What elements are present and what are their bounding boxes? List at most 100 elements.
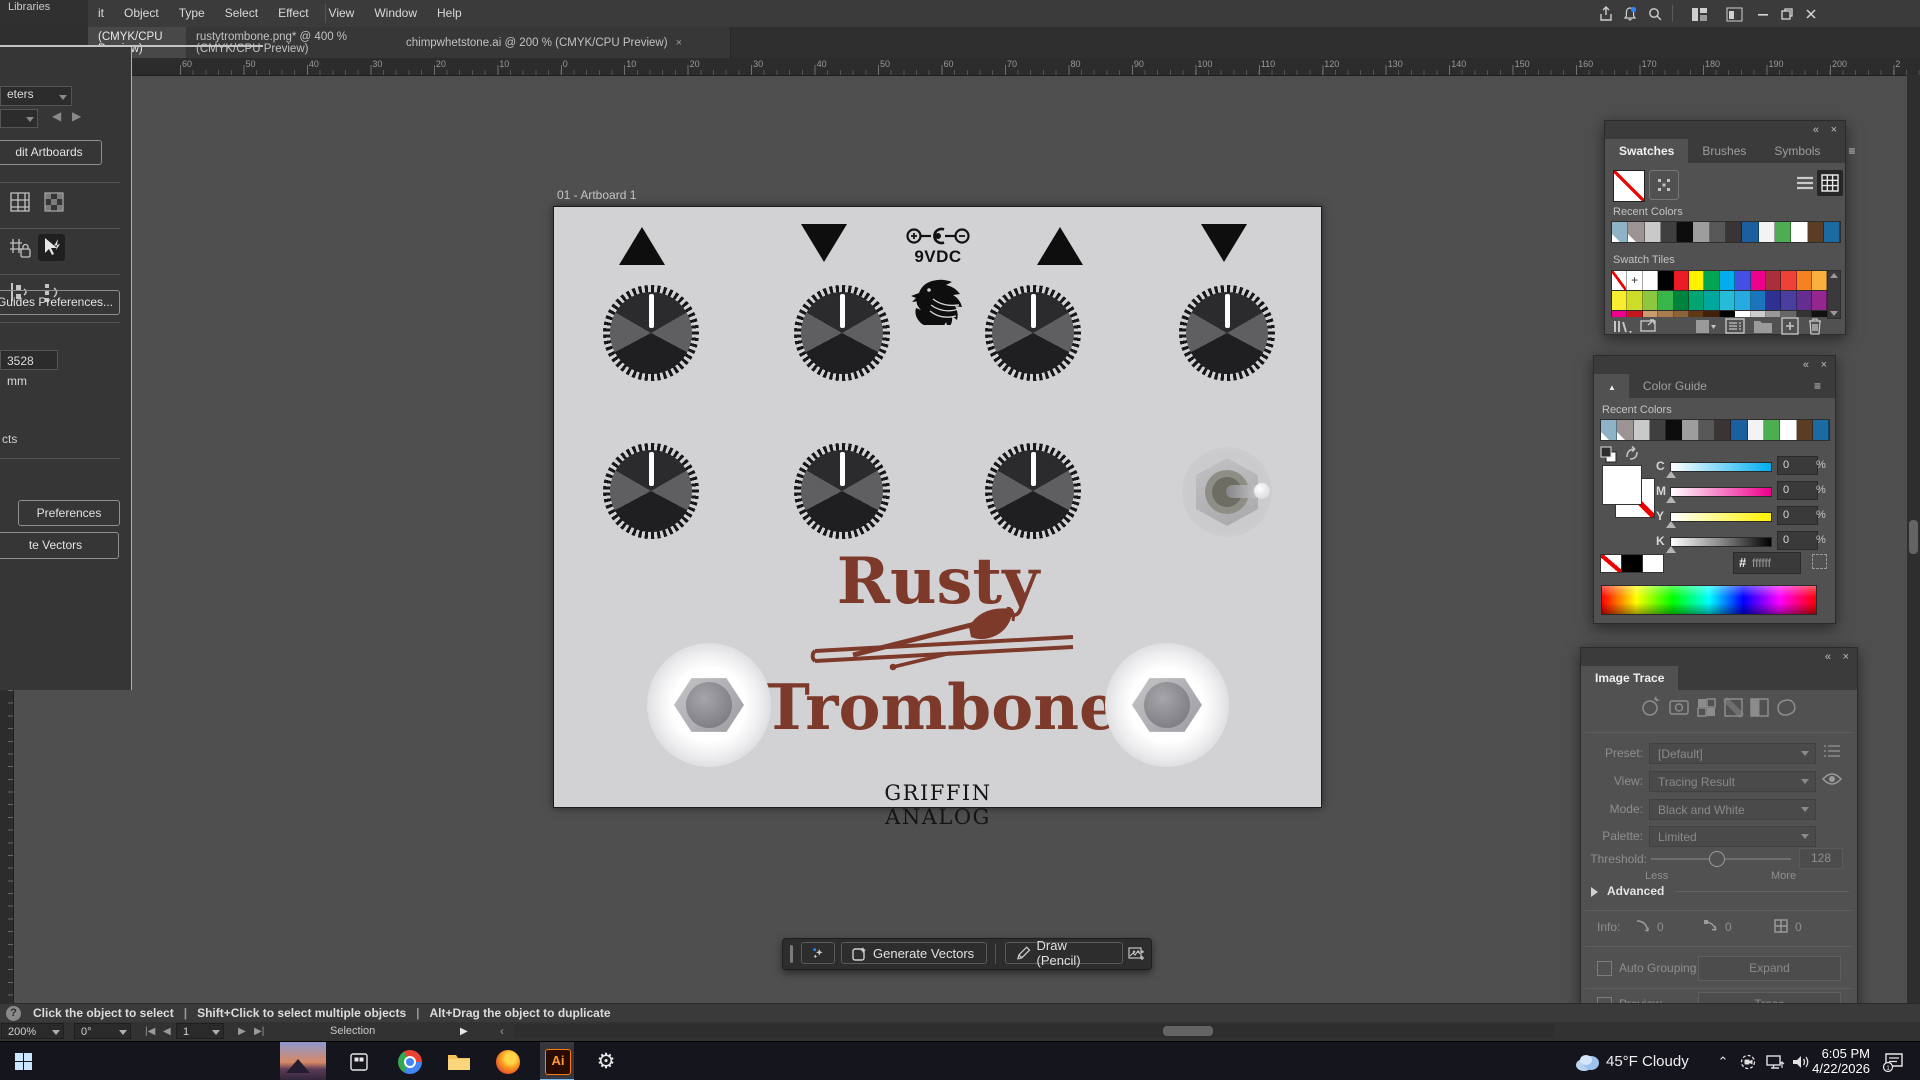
- swatch-tile[interactable]: [1812, 271, 1827, 290]
- swatch-tile[interactable]: [1704, 291, 1719, 310]
- recent-color-swatch[interactable]: [1634, 420, 1650, 440]
- recent-color-swatch[interactable]: [1677, 222, 1693, 242]
- menu-item-help[interactable]: Help: [427, 0, 472, 27]
- channel-value-y[interactable]: 0: [1777, 506, 1818, 525]
- swatch-libraries-icon[interactable]: [1613, 319, 1633, 335]
- knob-2[interactable]: [794, 285, 890, 381]
- recent-color-swatch[interactable]: [1612, 222, 1628, 242]
- vertical-scrollbar[interactable]: [1907, 75, 1920, 1025]
- knob-4[interactable]: [1179, 285, 1275, 381]
- swatch-tile[interactable]: [1704, 311, 1719, 317]
- tab-swatches[interactable]: Swatches: [1605, 139, 1688, 163]
- recent-color-swatch[interactable]: [1645, 222, 1661, 242]
- close-button[interactable]: [1800, 3, 1822, 25]
- restore-button[interactable]: [1776, 3, 1798, 25]
- swatch-tile[interactable]: [1674, 311, 1689, 317]
- recent-color-swatch[interactable]: [1780, 420, 1796, 440]
- preset-dropdown[interactable]: [0, 109, 38, 128]
- close-panel-icon[interactable]: ×: [1831, 123, 1837, 137]
- weather-text[interactable]: 45°F Cloudy: [1606, 1042, 1702, 1080]
- knob-3[interactable]: [985, 285, 1081, 381]
- swatch-tile[interactable]: [1627, 291, 1642, 310]
- close-panel-icon[interactable]: ×: [1821, 358, 1827, 372]
- menu-item-object[interactable]: Object: [114, 0, 169, 27]
- share-icon[interactable]: [1595, 3, 1617, 25]
- hscroll-left-arrow[interactable]: ‹: [500, 1022, 504, 1041]
- units-dropdown[interactable]: eters: [0, 86, 72, 106]
- recent-color-swatch[interactable]: [1628, 222, 1644, 242]
- horizontal-scrollbar-thumb[interactable]: [1163, 1026, 1213, 1036]
- hidden-icons-chevron[interactable]: ⌃: [1712, 1042, 1734, 1080]
- tab-image-trace[interactable]: Image Trace: [1581, 666, 1678, 690]
- recent-color-swatch[interactable]: [1666, 420, 1682, 440]
- knob-7[interactable]: [985, 443, 1081, 539]
- trace-field-dropdown-view[interactable]: Tracing Result: [1649, 771, 1816, 792]
- minimize-button[interactable]: [1752, 3, 1774, 25]
- artboard-number-dropdown[interactable]: 1: [176, 1023, 224, 1039]
- next-arrow-icon[interactable]: ▶: [72, 109, 81, 123]
- recent-color-swatch[interactable]: [1710, 222, 1726, 242]
- tab-brushes[interactable]: Brushes: [1688, 139, 1760, 163]
- swatch-tile[interactable]: [1797, 271, 1812, 290]
- network-icon[interactable]: [1762, 1042, 1788, 1080]
- edit-artboards-button[interactable]: dit Artboards: [0, 140, 102, 165]
- libraries-tab-label[interactable]: Libraries: [8, 1, 50, 13]
- prev-arrow-icon[interactable]: ◀: [52, 109, 61, 123]
- prev-artboard-icon[interactable]: ◀: [163, 1022, 171, 1041]
- guides-preferences-button[interactable]: Guides Preferences...: [0, 290, 120, 315]
- new-swatch-dashed-icon[interactable]: [1812, 554, 1827, 569]
- recent-color-swatch[interactable]: [1699, 420, 1715, 440]
- griffin-logo[interactable]: [909, 269, 967, 325]
- power-voltage-label[interactable]: 9VDC: [906, 247, 970, 267]
- start-button[interactable]: [8, 1042, 38, 1080]
- horizontal-scrollbar[interactable]: [514, 1024, 1554, 1038]
- pedal-triangle-down-1[interactable]: [801, 224, 847, 262]
- recent-color-swatch[interactable]: [1693, 222, 1709, 242]
- swatch-tile[interactable]: [1643, 271, 1658, 290]
- fill-proxy-white[interactable]: [1602, 465, 1642, 505]
- footswitch-left[interactable]: [647, 643, 771, 767]
- snap-to-grid-icon[interactable]: [8, 236, 32, 265]
- trace-field-dropdown-mode[interactable]: Black and White: [1649, 799, 1816, 820]
- swatch-tile[interactable]: [1658, 311, 1673, 317]
- trombone-illustration[interactable]: [801, 607, 1081, 677]
- recent-color-swatch[interactable]: [1775, 222, 1791, 242]
- brand-label[interactable]: GRIFFIN ANALOG: [838, 781, 1038, 829]
- preferences-button[interactable]: Preferences: [18, 500, 120, 526]
- slider-thumb[interactable]: [1666, 546, 1676, 553]
- preset-menu-icon[interactable]: [1823, 744, 1841, 758]
- generate-vectors-button[interactable]: Generate Vectors: [841, 942, 987, 964]
- black-swatch[interactable]: [1621, 554, 1643, 573]
- power-polarity-icon[interactable]: [906, 225, 970, 247]
- artboard-label[interactable]: 01 - Artboard 1: [557, 188, 636, 202]
- illustrator-taskbar-button[interactable]: Ai: [540, 1042, 574, 1080]
- toggle-switch[interactable]: [1182, 447, 1272, 537]
- recent-color-swatch[interactable]: [1791, 222, 1807, 242]
- swap-fill-stroke-icon[interactable]: [1624, 445, 1642, 463]
- recent-color-swatch[interactable]: [1742, 222, 1758, 242]
- collapse-panel-icon[interactable]: «: [1825, 650, 1831, 664]
- recent-color-swatch[interactable]: [1731, 420, 1747, 440]
- more-options-icon[interactable]: •••: [1133, 947, 1145, 957]
- notifications-bell-icon[interactable]: [1619, 3, 1641, 25]
- advanced-label[interactable]: Advanced: [1607, 884, 1664, 898]
- color-group-icon[interactable]: [1649, 170, 1679, 200]
- swatch-tile[interactable]: [1766, 311, 1781, 317]
- swatch-tile[interactable]: [1689, 271, 1704, 290]
- recent-color-swatch[interactable]: [1748, 420, 1764, 440]
- swatch-tile[interactable]: [1612, 311, 1627, 317]
- tab-color-guide[interactable]: Color Guide: [1629, 374, 1721, 398]
- document-tab-2[interactable]: rustytrombone.png* @ 400 % (CMYK/CPU Pre…: [186, 27, 417, 58]
- swatch-tile[interactable]: [1751, 311, 1766, 317]
- vertical-scrollbar-thumb[interactable]: [1909, 520, 1918, 554]
- hex-field[interactable]: # ffffff: [1733, 552, 1801, 574]
- knob-1[interactable]: [603, 285, 699, 381]
- swatch-tile[interactable]: [1704, 271, 1719, 290]
- slider-thumb[interactable]: [1666, 496, 1676, 503]
- swatch-tile[interactable]: [1735, 271, 1750, 290]
- recent-color-swatch[interactable]: [1617, 420, 1633, 440]
- swatch-tile[interactable]: [1612, 271, 1627, 290]
- swatch-tile[interactable]: [1643, 291, 1658, 310]
- channel-slider-k[interactable]: [1670, 537, 1772, 547]
- channel-slider-m[interactable]: [1670, 487, 1772, 497]
